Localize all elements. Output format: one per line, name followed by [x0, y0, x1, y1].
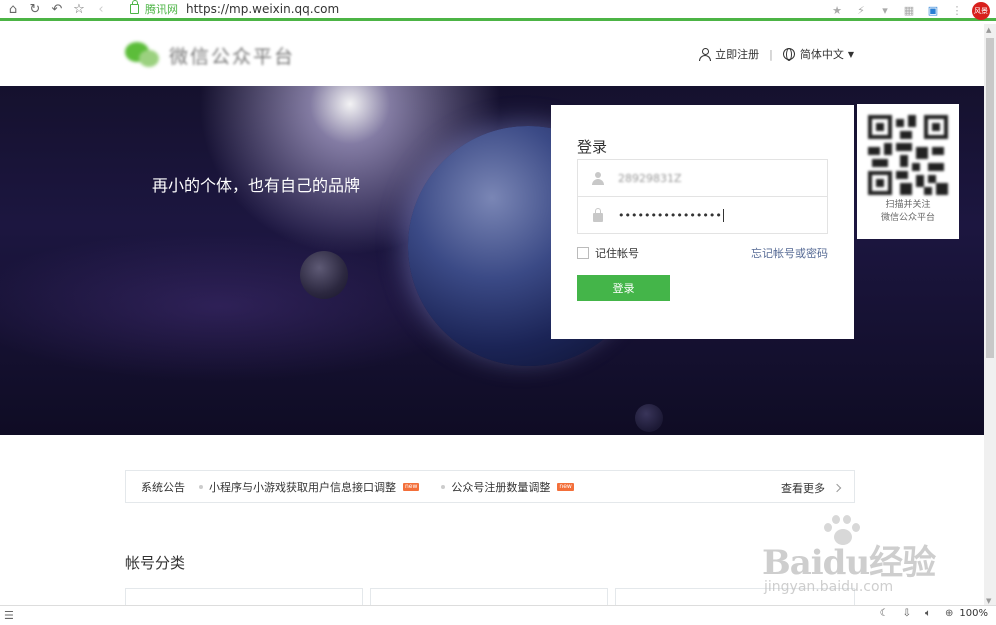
download-icon[interactable]: ⇩ [903, 608, 911, 619]
statusbar-right: ☾ ⇩ 🔈︎ ⊕ 100% [866, 608, 988, 619]
url-text[interactable]: https://mp.weixin.qq.com [186, 2, 339, 16]
refresh-icon[interactable]: ↻ [26, 0, 44, 18]
home-icon[interactable]: ⌂ [4, 0, 22, 18]
apps-grid-icon[interactable]: ▦ [900, 2, 918, 20]
text-cursor [722, 208, 724, 222]
scroll-up-icon[interactable]: ▲ [986, 26, 991, 34]
qr-code-icon [868, 115, 948, 195]
favorite-star-icon[interactable]: ☆ [70, 0, 88, 18]
menu-dots-icon[interactable]: ⋮ [948, 2, 966, 20]
hero-slogan: 再小的个体，也有自己的品牌 [152, 176, 361, 195]
user-icon [578, 160, 618, 196]
remember-account[interactable]: 记住帐号 [577, 245, 639, 261]
moon-graphic [300, 251, 348, 299]
volume-icon[interactable]: 🔈︎ [925, 608, 931, 619]
lock-icon [578, 197, 618, 233]
browser-toolbar-right: ★ ⚡ ▾ ▦ ▣ ⋮ 风景 [822, 0, 996, 21]
zoom-level[interactable]: 100% [959, 608, 988, 619]
browser-statusbar: ☰ ☾ ⇩ 🔈︎ ⊕ 100% [0, 605, 996, 625]
divider: | [769, 47, 773, 61]
wechat-logo-icon [125, 40, 161, 70]
secure-lock-icon [130, 0, 139, 14]
zoom-icon[interactable]: ⊕ [945, 608, 953, 619]
qr-caption-line1: 扫描并关注 [885, 200, 931, 210]
sidebar-menu-icon[interactable]: ☰ [4, 609, 14, 622]
notice-label: 系统公告 [141, 480, 185, 494]
vertical-scrollbar[interactable]: ▲ ▼ [984, 24, 996, 607]
new-badge: new [403, 482, 420, 491]
system-notice-bar: 系统公告 小程序与小游戏获取用户信息接口调整 new 公众号注册数量调整 new… [125, 470, 855, 503]
browser-toolbar: ⌂ ↻ ↶ ☆ ‹ 腾讯网 https://mp.weixin.qq.com ★… [0, 0, 996, 21]
night-mode-icon[interactable]: ☾ [880, 608, 889, 619]
qr-panel: 扫描并关注 微信公众平台 [857, 104, 959, 239]
notice-item[interactable]: 小程序与小游戏获取用户信息接口调整 new [199, 479, 420, 495]
username-value[interactable]: 28929831Z [618, 172, 682, 185]
logo-text: 微信公众平台 [169, 45, 296, 68]
remember-label: 记住帐号 [595, 247, 639, 260]
scrollbar-thumb[interactable] [986, 38, 994, 358]
undo-icon[interactable]: ↶ [48, 0, 66, 18]
bullet-icon [199, 484, 203, 489]
notice-item-text[interactable]: 小程序与小游戏获取用户信息接口调整 [209, 479, 396, 495]
baidu-watermark: Baidu经验 jingyan.baidu.com [762, 515, 952, 605]
header-links: 立即注册 | 简体中文 ▼ [699, 46, 854, 62]
user-icon [699, 48, 712, 61]
bookmark-star-icon[interactable]: ★ [828, 2, 846, 20]
qr-caption-line2: 微信公众平台 [880, 213, 935, 223]
watermark-url: jingyan.baidu.com [764, 579, 894, 595]
password-value[interactable]: •••••••••••••••• [618, 209, 722, 222]
chevron-right-icon [832, 483, 842, 493]
bullet-icon [441, 484, 446, 489]
register-link[interactable]: 立即注册 [715, 46, 759, 62]
user-avatar[interactable]: 风景 [972, 1, 990, 20]
hero-banner: 再小的个体，也有自己的品牌 登录 28929831Z •••••••••••••… [0, 86, 984, 435]
forgot-password-link[interactable]: 忘记帐号或密码 [751, 245, 828, 261]
chevron-down-icon[interactable]: ▼ [848, 50, 854, 59]
back-icon[interactable]: ‹ [92, 0, 110, 18]
lightning-icon[interactable]: ⚡ [852, 2, 870, 20]
watermark-main-text: Baidu经验 [762, 543, 936, 583]
view-more-label[interactable]: 查看更多 [781, 480, 825, 496]
language-select[interactable]: 简体中文 [800, 46, 844, 62]
login-button[interactable]: 登录 [577, 275, 670, 301]
view-more-link[interactable]: 查看更多 [781, 480, 842, 496]
login-panel: 登录 28929831Z •••••••••••••••• 记住帐号 忘记帐号或… [551, 105, 854, 339]
address-bar[interactable]: 腾讯网 https://mp.weixin.qq.com [130, 0, 339, 18]
remember-checkbox[interactable] [577, 247, 589, 259]
qr-caption: 扫描并关注 微信公众平台 [857, 199, 959, 225]
small-moon-graphic [635, 404, 663, 432]
password-field[interactable]: •••••••••••••••• [577, 197, 828, 234]
site-tag: 腾讯网 [145, 3, 178, 16]
username-field[interactable]: 28929831Z [577, 159, 828, 197]
globe-icon [782, 48, 795, 61]
new-badge: new [557, 482, 574, 491]
scroll-down-icon[interactable]: ▼ [986, 597, 991, 605]
login-title: 登录 [577, 138, 608, 156]
account-category-title: 帐号分类 [125, 554, 186, 572]
dropdown-icon[interactable]: ▾ [876, 2, 894, 20]
notice-item-text[interactable]: 公众号注册数量调整 [451, 479, 550, 495]
logo[interactable]: 微信公众平台 [125, 40, 295, 70]
site-header: 微信公众平台 立即注册 | 简体中文 ▼ [0, 24, 984, 86]
notice-item[interactable]: 公众号注册数量调整 new [441, 479, 574, 495]
translate-icon[interactable]: ▣ [924, 2, 942, 20]
